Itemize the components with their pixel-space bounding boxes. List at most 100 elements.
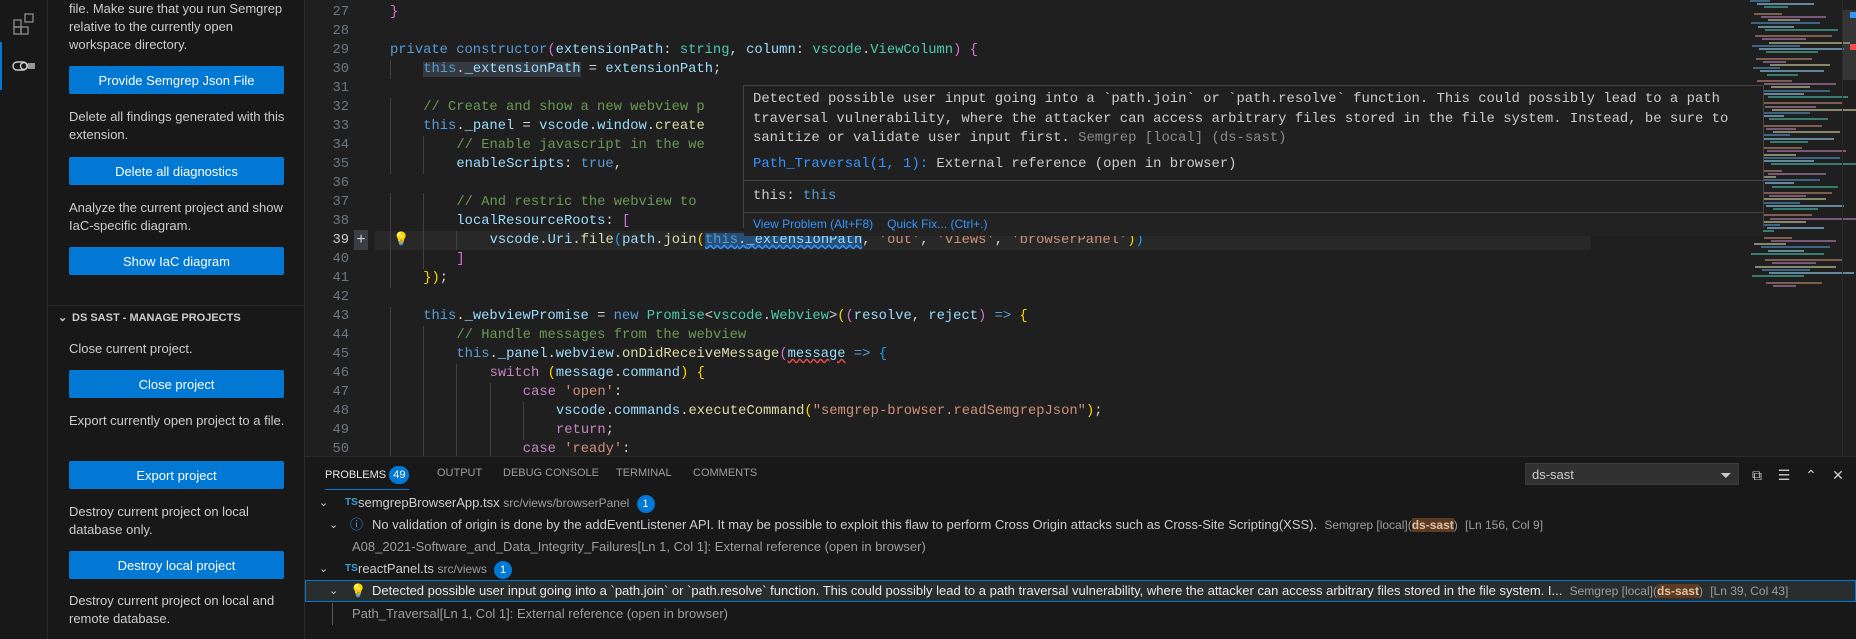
code-token: : xyxy=(795,43,813,58)
code-line[interactable]: vscode.commands.executeCommand("semgrep-… xyxy=(556,402,1103,421)
code-line[interactable]: // Create and show a new webview p xyxy=(423,98,705,117)
code-line[interactable]: this._panel.webview.onDidReceiveMessage(… xyxy=(456,345,887,364)
code-token: . xyxy=(539,233,548,248)
code-line[interactable]: case 'ready': xyxy=(523,440,631,456)
semgrep-icon[interactable] xyxy=(12,54,36,78)
problem-detail-row[interactable]: Path_Traversal[Ln 1, Col 1]: External re… xyxy=(305,603,1856,625)
code-line[interactable]: case 'open': xyxy=(523,383,622,402)
code-token: this xyxy=(704,233,739,248)
indent-guide xyxy=(456,421,458,440)
provide-semgrep-json-button[interactable]: Provide Semgrep Json File xyxy=(69,66,284,94)
tab-problems[interactable]: PROBLEMS 49 xyxy=(325,466,410,490)
code-token: . xyxy=(572,233,581,248)
delete-diagnostics-button[interactable]: Delete all diagnostics xyxy=(69,157,284,185)
maximize-panel-icon[interactable]: ⌃ xyxy=(1802,466,1820,484)
tab-terminal[interactable]: TERMINAL xyxy=(616,466,672,490)
code-token: this xyxy=(423,62,457,77)
code-token: command xyxy=(622,366,681,381)
code-token: ( xyxy=(696,233,705,248)
filter-icon[interactable]: ⏷ xyxy=(1717,466,1735,484)
problem-text: No validation of origin is done by the a… xyxy=(372,514,1543,536)
code-line[interactable]: localResourceRoots: [ xyxy=(456,212,630,231)
code-line[interactable]: this._webviewPromise = new Promise<vscod… xyxy=(423,307,1028,326)
line-number: 46 xyxy=(332,366,349,381)
hover-message-line: traversal vulnerability, where the attac… xyxy=(753,110,1729,127)
code-token: _panel xyxy=(497,347,548,362)
indent-guide xyxy=(423,440,425,456)
code-line[interactable]: this._extensionPath = extensionPath; xyxy=(423,60,721,79)
chevron-down-icon: ⌄ xyxy=(329,585,339,597)
indent-guide xyxy=(423,193,425,212)
destroy-local-project-button[interactable]: Destroy local project xyxy=(69,551,284,579)
line-number: 28 xyxy=(332,24,349,39)
code-token: _extensionPath xyxy=(464,62,581,77)
code-line[interactable]: // And restric the webview to xyxy=(456,193,696,212)
indent-guide xyxy=(456,402,458,421)
indent-guide xyxy=(522,421,524,440)
close-panel-icon[interactable]: ✕ xyxy=(1829,466,1847,484)
code-line[interactable]: } xyxy=(390,3,398,22)
indent-guide xyxy=(423,383,425,402)
code-line[interactable]: // Enable javascript in the we xyxy=(456,136,704,155)
problem-source: Semgrep [local](ds-sast) xyxy=(1324,518,1458,532)
external-reference-link[interactable]: Path_Traversal(1, 1): xyxy=(753,156,928,172)
show-iac-diagram-button[interactable]: Show IaC diagram xyxy=(69,247,284,275)
code-token: : xyxy=(613,385,623,400)
line-number: 30 xyxy=(332,62,349,77)
filter-match: ds-sast xyxy=(1411,518,1454,532)
code-line[interactable]: enableScripts: true, xyxy=(456,155,622,174)
problem-detail-row[interactable]: A08_2021-Software_and_Data_Integrity_Fai… xyxy=(305,536,1856,558)
line-number: 48 xyxy=(332,404,349,419)
code-line[interactable]: private constructor(extensionPath: strin… xyxy=(390,41,978,60)
code-line[interactable]: // Handle messages from the webview xyxy=(456,326,746,345)
tab-output[interactable]: OUTPUT xyxy=(437,466,482,490)
minimap-line xyxy=(1753,67,1780,70)
problem-file-row[interactable]: ⌄ TS semgrepBrowserApp.tsx src/views/bro… xyxy=(305,492,1856,514)
collapse-all-icon[interactable]: ⧉ xyxy=(1748,466,1766,484)
sidebar-text: Close current project. xyxy=(69,341,193,356)
problem-row[interactable]: ⌄ ⓘ No validation of origin is done by t… xyxy=(305,514,1856,536)
lightbulb-icon[interactable]: 💡 xyxy=(393,231,409,247)
minimap-line xyxy=(1752,44,1800,47)
view-as-list-icon[interactable]: ☰ xyxy=(1775,466,1793,484)
code-line[interactable]: switch (message.command) { xyxy=(490,364,705,383)
problem-file-row[interactable]: ⌄ TS reactPanel.ts src/views 1 xyxy=(305,558,1856,580)
tab-debug-console[interactable]: DEBUG CONSOLE xyxy=(503,466,599,490)
minimap-line xyxy=(1770,64,1830,66)
code-line[interactable]: ] xyxy=(456,250,464,269)
minimap-line xyxy=(1761,16,1826,18)
code-token: this xyxy=(456,347,490,362)
code-token: , xyxy=(911,309,929,324)
minimap-line xyxy=(1773,208,1818,210)
manage-projects-header[interactable]: ⌄ DS SAST - MANAGE PROJECTS xyxy=(48,305,304,327)
code-token: true xyxy=(580,157,614,172)
vertical-scrollbar[interactable] xyxy=(1842,0,1856,456)
extensions-icon[interactable] xyxy=(12,12,36,36)
code-line[interactable]: return; xyxy=(556,421,614,440)
code-token: } xyxy=(390,5,399,20)
tree-indent-guide xyxy=(332,603,333,625)
close-project-button[interactable]: Close project xyxy=(69,370,284,398)
problems-filter-input[interactable] xyxy=(1525,463,1739,485)
problem-row-selected[interactable]: ⌄ 💡 Detected possible user input going i… xyxy=(305,580,1856,602)
code-token: ViewColumn xyxy=(870,43,954,58)
export-project-button[interactable]: Export project xyxy=(69,461,284,489)
reference-text: External reference (open in browser) xyxy=(928,155,1237,172)
code-line[interactable]: }); xyxy=(423,269,448,288)
line-number: 34 xyxy=(332,138,349,153)
minimap-line xyxy=(1767,227,1824,230)
code-line[interactable]: this._panel = vscode.window.create xyxy=(423,117,705,136)
add-comment-icon[interactable]: + xyxy=(354,230,368,250)
view-problem-link[interactable]: View Problem (Alt+F8) xyxy=(753,217,873,231)
minimap-line xyxy=(1771,86,1810,89)
minimap-line xyxy=(1766,281,1822,284)
tab-comments[interactable]: COMMENTS xyxy=(693,466,757,490)
indent-guide xyxy=(423,231,425,250)
code-token: new xyxy=(613,309,639,324)
code-token: = xyxy=(588,309,614,324)
code-token: = xyxy=(580,62,606,77)
line-number: 39 xyxy=(332,233,349,248)
quick-fix-link[interactable]: Quick Fix... (Ctrl+.) xyxy=(887,217,987,231)
minimap-line xyxy=(1770,140,1808,143)
